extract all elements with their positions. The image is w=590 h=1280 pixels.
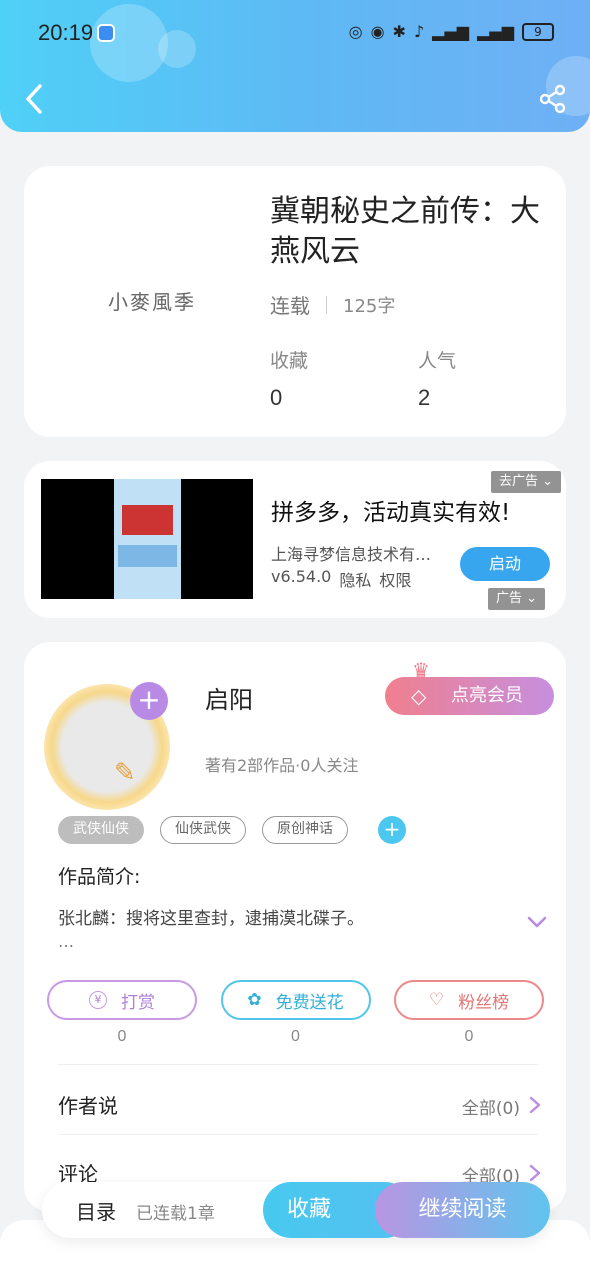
author-says-title: 作者说 (58, 1094, 118, 1118)
status-bar: 20:19 ◎ ◉ ✱ ♪ ▂▄▆ ▂▄▆ 9 (0, 14, 590, 50)
chevron-right-icon (529, 1096, 541, 1114)
app-notification-icon (97, 24, 115, 42)
book-decor-icon: ✎ (114, 758, 136, 788)
intro-ellipsis: … (58, 932, 74, 951)
popularity-stat: 人气 2 (418, 346, 456, 411)
bluetooth-icon: ✱ (392, 22, 406, 41)
tag[interactable]: 武侠仙侠 (58, 816, 144, 844)
diamond-icon: ◇ (411, 684, 427, 708)
coin-icon: ¥ (89, 991, 107, 1009)
fans-count: 0 (464, 1028, 474, 1045)
signal-icon: ▂▄▆ (477, 22, 514, 41)
ad-title: 拼多多，活动真实有效! (271, 500, 511, 526)
signal-icon: ▂▄▆ (432, 22, 470, 41)
ad-privacy-link[interactable]: 隐私 (339, 567, 371, 591)
ad-version: v6.54.0 (271, 567, 332, 586)
chapter-count: 已连载1章 (136, 1204, 215, 1224)
bottom-action-bar: 目录 已连载1章 收藏 继续阅读 (42, 1182, 550, 1238)
follow-plus-button[interactable]: + (130, 682, 168, 720)
ad-permissions-link[interactable]: 权限 (379, 567, 411, 591)
popularity-value: 2 (418, 385, 431, 410)
meta-divider (326, 295, 327, 314)
eye-icon: ◉ (370, 22, 385, 41)
continue-reading-button[interactable]: 继续阅读 (375, 1182, 550, 1238)
free-flower-button[interactable]: ✿ 免费送花 (220, 980, 371, 1020)
share-icon[interactable] (538, 84, 568, 114)
divider (58, 1134, 538, 1135)
status-time: 20:19 (38, 20, 94, 45)
book-status: 连载 (270, 294, 310, 318)
nfc-icon: ◎ (348, 22, 363, 41)
fans-ranking-button[interactable]: ♡ 粉丝榜 (394, 980, 544, 1020)
ad-phone-image (114, 479, 181, 599)
back-arrow-icon[interactable] (20, 82, 50, 116)
favorites-stat: 收藏 0 (270, 346, 308, 411)
reward-label: 打赏 (121, 992, 155, 1013)
toc-button[interactable]: 目录 (76, 1196, 116, 1225)
author-info: 著有2部作品·0人关注 (205, 756, 359, 775)
book-info-card: 小麥風季 冀朝秘史之前传：大燕风云 连载 125字 收藏 0 人气 2 (24, 166, 566, 437)
tag[interactable]: 仙侠武侠 (160, 816, 246, 844)
ad-badge-label: 广告 (496, 591, 523, 606)
ad-badge[interactable]: 广告 ⌄ (488, 588, 546, 610)
reward-button[interactable]: ¥ 打赏 (47, 980, 197, 1020)
mute-icon: ♪ (413, 22, 425, 41)
author-card: + ✎ 启阳 著有2部作品·0人关注 ♛ ◇ 点亮会员 武侠仙侠 仙侠武侠 原创… (24, 642, 566, 1212)
favorites-label: 收藏 (270, 350, 309, 372)
tag-list: 武侠仙侠 仙侠武侠 原创神话 + (58, 816, 406, 844)
ad-company: 上海寻梦信息技术有… (271, 545, 432, 564)
remove-ad-button[interactable]: 去广告 ⌄ (491, 471, 562, 493)
vip-label: 点亮会员 (451, 685, 523, 706)
flower-icon: ✿ (247, 990, 262, 1010)
battery-icon: 9 (522, 22, 554, 41)
reward-count: 0 (117, 1028, 127, 1045)
flower-count: 0 (291, 1028, 300, 1045)
action-buttons: ¥ 打赏 ✿ 免费送花 ♡ 粉丝榜 (47, 980, 544, 1020)
ad-start-button[interactable]: 启动 (460, 547, 550, 581)
ad-image-block (122, 505, 173, 535)
vip-button[interactable]: ◇ 点亮会员 (385, 677, 554, 715)
popularity-label: 人气 (418, 350, 457, 372)
ad-links: v6.54.0 隐私 权限 (271, 567, 411, 591)
user-heart-icon: ♡ (428, 990, 445, 1010)
ad-card[interactable]: 去广告 ⌄ 拼多多，活动真实有效! 上海寻梦信息技术有… v6.54.0 隐私 … (24, 461, 566, 618)
book-cover[interactable]: 小麥風季 (108, 286, 196, 315)
author-name[interactable]: 启阳 (205, 680, 253, 715)
add-tag-button[interactable]: + (378, 816, 406, 844)
author-says-all[interactable]: 全部(0) (462, 1094, 520, 1119)
book-title: 冀朝秘史之前传：大燕风云 (270, 194, 540, 269)
tag[interactable]: 原创神话 (262, 816, 348, 844)
expand-chevron-icon[interactable] (526, 914, 548, 930)
book-meta: 连载 125字 (270, 290, 395, 319)
intro-text: 张北麟：搜将这里查封，逮捕漠北碟子。 (58, 909, 364, 929)
intro-label: 作品简介: (58, 866, 141, 888)
ad-image-block (118, 545, 177, 567)
flower-label: 免费送花 (275, 992, 344, 1013)
fans-label: 粉丝榜 (458, 992, 510, 1013)
chevron-right-icon (529, 1164, 541, 1182)
ad-video-thumbnail[interactable] (41, 479, 253, 599)
header-bar: 20:19 ◎ ◉ ✱ ♪ ▂▄▆ ▂▄▆ 9 (0, 0, 590, 132)
status-icons: ◎ ◉ ✱ ♪ ▂▄▆ ▂▄▆ 9 (349, 22, 554, 41)
remove-ad-label: 去广告 (499, 474, 539, 489)
divider (58, 1064, 538, 1065)
word-count: 125字 (343, 295, 396, 317)
action-counts: 0 0 0 (47, 1028, 544, 1046)
favorites-value: 0 (270, 385, 283, 410)
author-says-row[interactable]: 作者说 全部(0) (58, 1090, 542, 1120)
